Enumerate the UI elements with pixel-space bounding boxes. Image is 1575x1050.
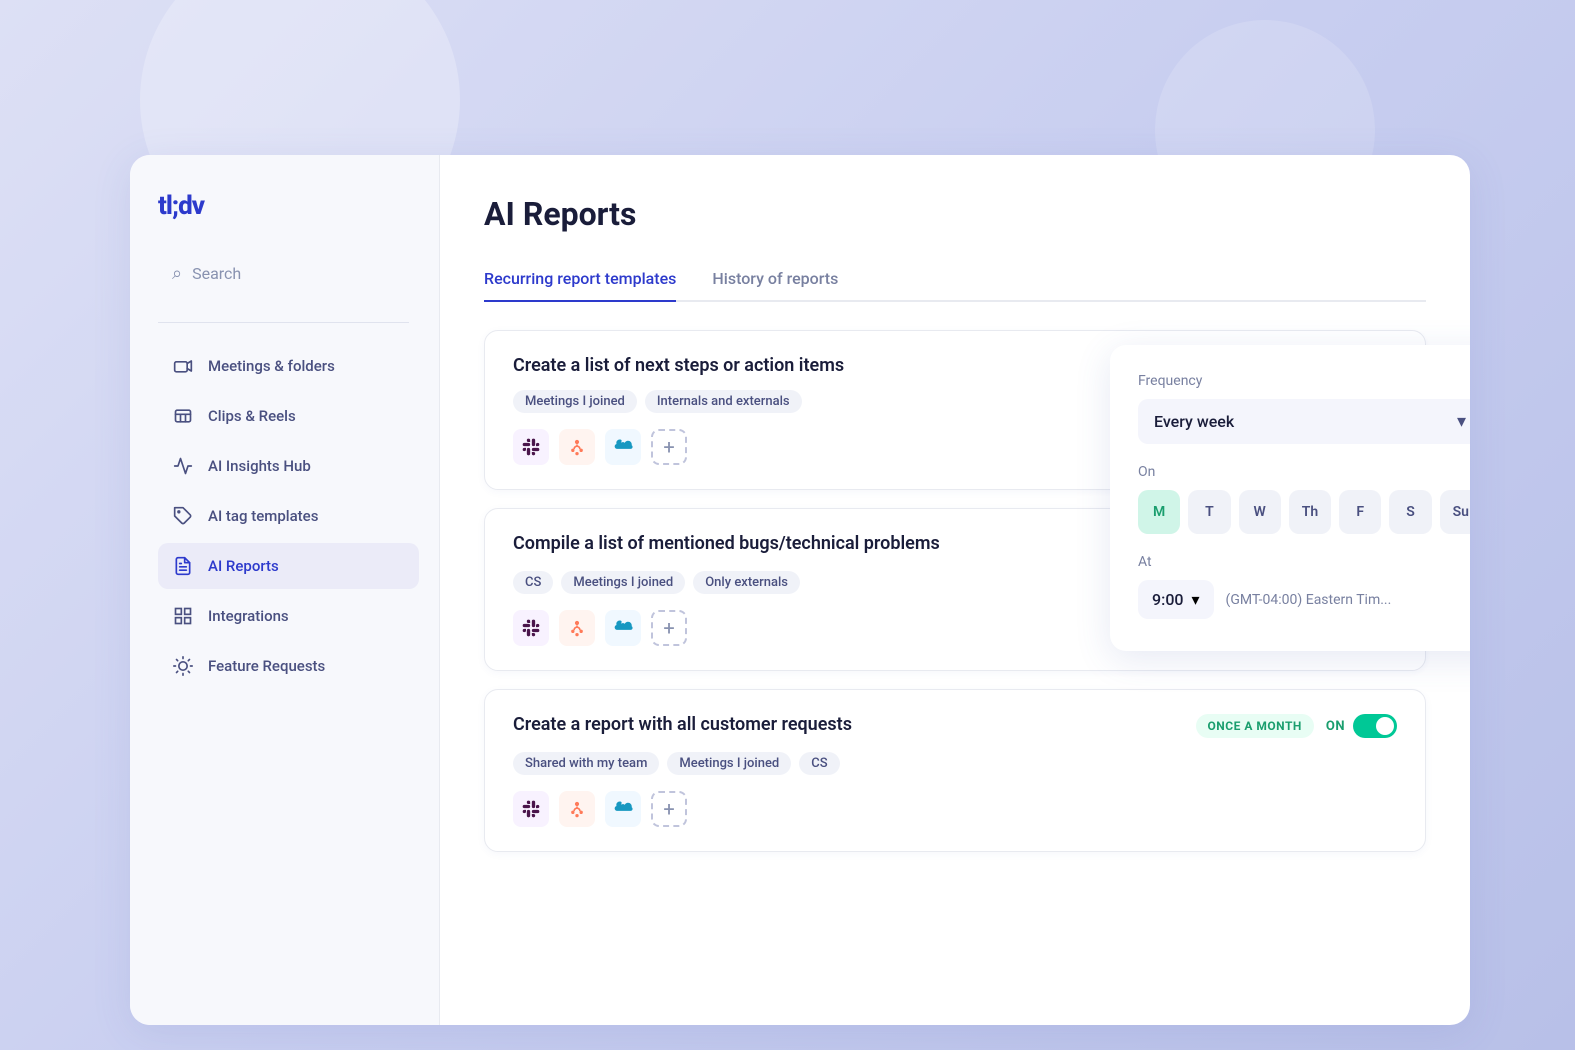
tab-recurring[interactable]: Recurring report templates (484, 257, 676, 302)
day-saturday[interactable]: S (1389, 490, 1431, 534)
sidebar: tl;dv ⌕ Search Meetings & folders (130, 155, 440, 1025)
sidebar-item-clips-label: Clips & Reels (208, 407, 296, 425)
timezone-text: (GMT-04:00) Eastern Tim... (1226, 592, 1392, 608)
main-content: AI Reports Recurring report templates Hi… (440, 155, 1470, 1025)
report-3-tags: Shared with my team Meetings I joined CS (513, 752, 1397, 775)
report-3-toggle-wrap: ON (1326, 714, 1397, 738)
bulb-icon (172, 655, 194, 677)
day-thursday[interactable]: Th (1289, 490, 1331, 534)
frequency-label: Frequency (1138, 373, 1470, 389)
tab-bar: Recurring report templates History of re… (484, 257, 1426, 302)
search-box[interactable]: ⌕ Search (158, 253, 419, 294)
at-label: At (1138, 554, 1470, 570)
tag-icon (172, 505, 194, 527)
sidebar-item-ai-reports-label: AI Reports (208, 557, 279, 575)
tag-only-externals: Only externals (693, 571, 800, 594)
days-row: M T W Th F S Su (1138, 490, 1470, 534)
sidebar-item-meetings[interactable]: Meetings & folders (158, 343, 419, 389)
slack-icon-2[interactable] (513, 610, 549, 646)
sidebar-item-ai-insights[interactable]: AI Insights Hub (158, 443, 419, 489)
page-title: AI Reports (484, 195, 1426, 233)
tag-meetings-joined-3: Meetings I joined (667, 752, 791, 775)
chart-icon (172, 455, 194, 477)
time-chevron-icon: ▾ (1192, 590, 1200, 609)
chevron-down-icon: ▾ (1457, 411, 1466, 432)
tab-history[interactable]: History of reports (712, 257, 838, 302)
report-3-actions: ONCE A MONTH ON (1196, 714, 1398, 738)
grid-icon (172, 605, 194, 627)
hubspot-icon-2[interactable] (559, 610, 595, 646)
report-3-toggle-label: ON (1326, 719, 1345, 734)
report-3-toggle-knob (1376, 717, 1394, 735)
day-wednesday[interactable]: W (1239, 490, 1281, 534)
sidebar-item-meetings-label: Meetings & folders (208, 357, 335, 375)
report-3-title: Create a report with all customer reques… (513, 714, 852, 735)
slack-icon-3[interactable] (513, 791, 549, 827)
frequency-value: Every week (1154, 412, 1234, 431)
scissors-icon (172, 405, 194, 427)
frequency-panel: Frequency Every week ▾ On M T W Th (1110, 345, 1470, 651)
app-logo: tl;dv (158, 191, 419, 221)
report-card-3-header: Create a report with all customer reques… (513, 714, 1397, 738)
hubspot-icon-1[interactable] (559, 429, 595, 465)
sidebar-item-feature-requests-label: Feature Requests (208, 657, 325, 675)
day-monday[interactable]: M (1138, 490, 1180, 534)
at-row: 9:00 ▾ (GMT-04:00) Eastern Tim... (1138, 580, 1470, 619)
tag-internals-externals: Internals and externals (645, 390, 802, 413)
document-icon (172, 555, 194, 577)
main-window: tl;dv ⌕ Search Meetings & folders (130, 155, 1470, 1025)
report-3-toggle[interactable] (1353, 714, 1397, 738)
sidebar-item-ai-tag-label: AI tag templates (208, 507, 318, 525)
report-1-title: Create a list of next steps or action it… (513, 355, 844, 376)
sidebar-divider (158, 322, 409, 323)
day-sunday[interactable]: Su (1440, 490, 1470, 534)
salesforce-icon-2[interactable] (605, 610, 641, 646)
report-card-3: Create a report with all customer reques… (484, 689, 1426, 852)
sidebar-item-integrations-label: Integrations (208, 607, 289, 625)
add-integration-1[interactable]: + (651, 429, 687, 465)
video-icon (172, 355, 194, 377)
report-3-badge: ONCE A MONTH (1196, 714, 1314, 738)
tag-cs-3: CS (799, 752, 839, 775)
sidebar-item-clips[interactable]: Clips & Reels (158, 393, 419, 439)
sidebar-item-ai-insights-label: AI Insights Hub (208, 457, 311, 475)
add-integration-2[interactable]: + (651, 610, 687, 646)
sidebar-item-ai-tag[interactable]: AI tag templates (158, 493, 419, 539)
report-3-integrations: + (513, 791, 1397, 827)
search-icon: ⌕ (172, 263, 182, 284)
salesforce-icon-3[interactable] (605, 791, 641, 827)
search-label: Search (192, 264, 241, 283)
day-tuesday[interactable]: T (1188, 490, 1230, 534)
tag-shared: Shared with my team (513, 752, 659, 775)
sidebar-nav: Meetings & folders Clips & Reels AI (158, 343, 419, 693)
tag-meetings-joined: Meetings I joined (513, 390, 637, 413)
add-integration-3[interactable]: + (651, 791, 687, 827)
sidebar-item-ai-reports[interactable]: AI Reports (158, 543, 419, 589)
sidebar-item-integrations[interactable]: Integrations (158, 593, 419, 639)
tag-cs: CS (513, 571, 553, 594)
on-label: On (1138, 464, 1470, 480)
tag-meetings-joined-2: Meetings I joined (561, 571, 685, 594)
slack-icon-1[interactable] (513, 429, 549, 465)
day-friday[interactable]: F (1339, 490, 1381, 534)
report-2-title: Compile a list of mentioned bugs/technic… (513, 533, 940, 554)
time-select[interactable]: 9:00 ▾ (1138, 580, 1214, 619)
frequency-select[interactable]: Every week ▾ (1138, 399, 1470, 444)
hubspot-icon-3[interactable] (559, 791, 595, 827)
salesforce-icon-1[interactable] (605, 429, 641, 465)
sidebar-item-feature-requests[interactable]: Feature Requests (158, 643, 419, 689)
time-value: 9:00 (1152, 590, 1184, 609)
